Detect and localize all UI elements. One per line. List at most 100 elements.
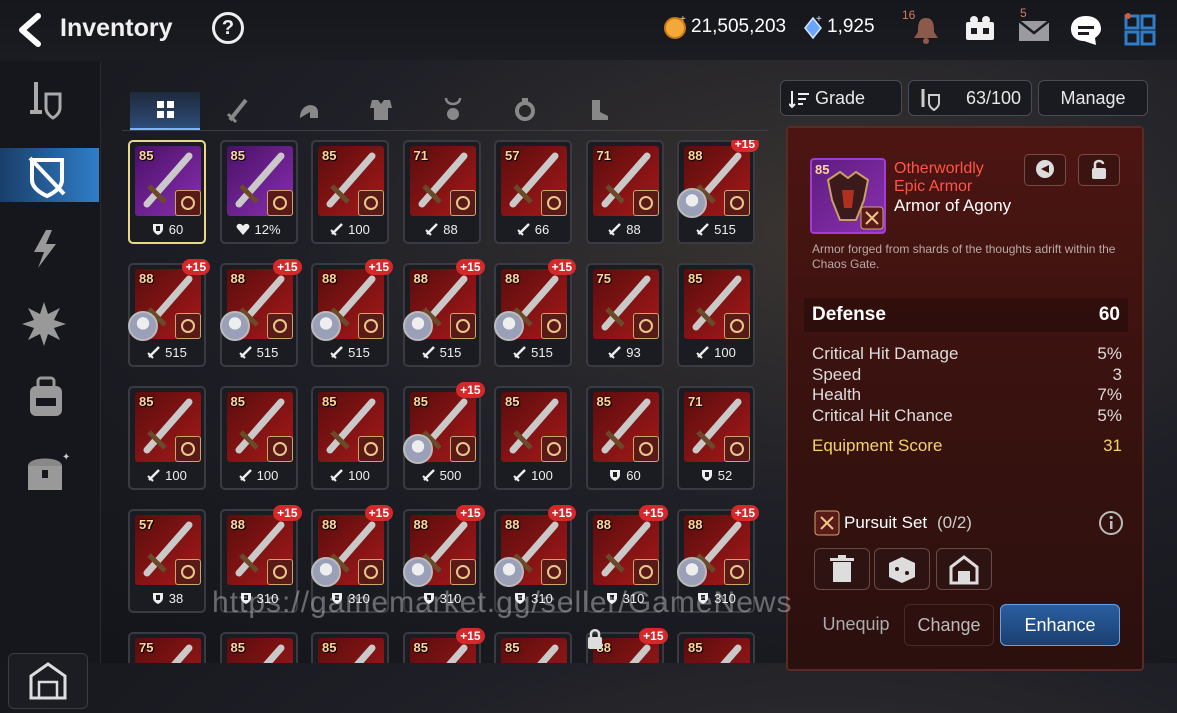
info-icon[interactable] [1098, 510, 1124, 536]
equipped-hero-avatar [219, 311, 250, 341]
set-icon [358, 190, 384, 216]
sword-stat-icon [330, 346, 344, 362]
inventory-item[interactable]: 85 100 [128, 386, 206, 490]
share-button[interactable] [1024, 154, 1066, 186]
tab-helmet[interactable] [274, 92, 344, 128]
inventory-item[interactable]: 85 100 [311, 386, 389, 490]
inventory-item[interactable]: 85 [219, 632, 298, 663]
inventory-item[interactable]: 85 100 [677, 263, 755, 367]
item-stat: 66 [496, 222, 570, 239]
inventory-item[interactable]: 57 38 [128, 509, 206, 613]
item-stat-value: 100 [531, 468, 553, 483]
manage-button[interactable]: Manage [1038, 80, 1148, 116]
item-description: Armor forged from shards of the thoughts… [812, 242, 1116, 271]
inventory-item[interactable]: 75 [128, 632, 206, 663]
inventory-item[interactable]: 71 88 [585, 140, 664, 244]
sidebar-item-bag[interactable] [16, 372, 76, 422]
item-level: 85 [596, 394, 611, 409]
item-level: 88 [322, 271, 337, 286]
lock-toggle-button[interactable] [1078, 154, 1120, 186]
enhance-badge: +15 [639, 505, 668, 521]
sidebar-item-chest[interactable]: ✦ [16, 448, 76, 498]
inventory-item[interactable]: 75 93 [585, 263, 664, 367]
inventory-item[interactable]: 88 +15 515 [494, 259, 576, 367]
tab-boots[interactable] [562, 92, 632, 128]
sidebar-item-gear[interactable] [16, 78, 76, 128]
storage-button[interactable] [8, 653, 88, 709]
item-stat: 515 [313, 345, 387, 362]
tab-necklace[interactable] [418, 92, 488, 128]
inventory-item[interactable]: 85 60 [128, 140, 206, 244]
item-level: 88 [505, 517, 520, 532]
item-level: 88 [596, 517, 611, 532]
inventory-item[interactable]: 85 +15 500 [402, 382, 485, 490]
inventory-item[interactable]: 85 100 [219, 386, 298, 490]
sidebar-item-catalyst[interactable] [16, 298, 76, 348]
inventory-item[interactable]: 85 [677, 632, 755, 663]
inventory-item[interactable]: 88 +15 515 [311, 259, 393, 367]
set-icon [449, 436, 476, 462]
chat-icon[interactable] [1068, 12, 1104, 48]
gear-capacity-icon [921, 89, 940, 111]
item-stat: 500 [405, 468, 479, 485]
unequip-button[interactable]: Unequip [814, 604, 898, 646]
tab-all[interactable] [130, 92, 200, 130]
tab-armor[interactable] [346, 92, 416, 128]
inventory-item[interactable]: 85 100 [311, 140, 389, 244]
armor-icon [370, 100, 392, 120]
dice-icon [889, 557, 915, 583]
gold-coin-icon: + [664, 14, 686, 39]
change-button[interactable]: Change [904, 604, 994, 646]
grade-sort-button[interactable]: Grade [780, 80, 902, 116]
item-level: 88 [322, 517, 337, 532]
main-stat: Defense 60 [804, 298, 1128, 332]
sidebar-item-artifact[interactable] [16, 224, 76, 274]
store-button[interactable] [936, 548, 992, 590]
friends-icon[interactable] [962, 12, 998, 48]
inventory-item[interactable]: 88 +15 515 [128, 259, 210, 367]
necklace-icon [444, 97, 462, 120]
shield-stat-icon [700, 470, 714, 485]
inventory-item[interactable]: 57 66 [494, 140, 572, 244]
set-icon [632, 313, 659, 339]
reforge-button[interactable] [874, 548, 930, 590]
score-label: Equipment Score [812, 436, 943, 455]
item-stat-value: 100 [256, 468, 279, 483]
menu-grid-icon[interactable] [1122, 12, 1158, 48]
set-progress: (0/2) [937, 513, 972, 532]
capacity-display[interactable]: 63/100 [908, 80, 1032, 116]
inventory-item[interactable]: 85 60 [585, 386, 664, 490]
set-icon [724, 436, 750, 462]
inventory-item[interactable]: 88 +15 515 [402, 259, 485, 367]
inventory-item[interactable]: 85 [494, 632, 572, 663]
inventory-item[interactable]: 71 88 [402, 140, 481, 244]
item-level: 88 [505, 271, 520, 286]
item-stat: 515 [496, 345, 570, 362]
tab-weapon[interactable] [202, 92, 272, 128]
sword-stat-icon [421, 346, 436, 362]
enhance-button[interactable]: Enhance [1000, 604, 1120, 646]
inventory-item[interactable]: 88 +15 515 [219, 259, 302, 367]
inventory-item[interactable]: 85 [311, 632, 389, 663]
inventory-item[interactable]: 88 +15 515 [677, 140, 759, 244]
item-level: 88 [413, 271, 428, 286]
inventory-item[interactable]: 71 52 [677, 386, 755, 490]
inventory-item[interactable]: 85 12% [219, 140, 298, 244]
item-stat: 38 [130, 591, 204, 608]
discard-button[interactable] [814, 548, 870, 590]
item-name: Armor of Agony [894, 196, 1012, 215]
item-level: 85 [230, 148, 245, 163]
inventory-item[interactable]: 85 +15 [402, 628, 485, 663]
substat-label: Critical Hit Chance [812, 406, 953, 425]
watermark: https://gamemarket.gg/seller/GameNews [212, 586, 793, 619]
substat-row: Health 7% [812, 385, 1122, 405]
sidebar-item-equipment[interactable] [0, 148, 99, 202]
ring-icon [515, 98, 535, 121]
help-icon[interactable]: ? [212, 12, 244, 44]
inventory-item[interactable]: 85 100 [494, 386, 572, 490]
set-icon [724, 313, 750, 339]
tab-ring[interactable] [490, 92, 560, 128]
back-arrow-icon[interactable] [14, 12, 48, 48]
set-icon [541, 313, 567, 339]
item-level: 71 [596, 148, 611, 163]
